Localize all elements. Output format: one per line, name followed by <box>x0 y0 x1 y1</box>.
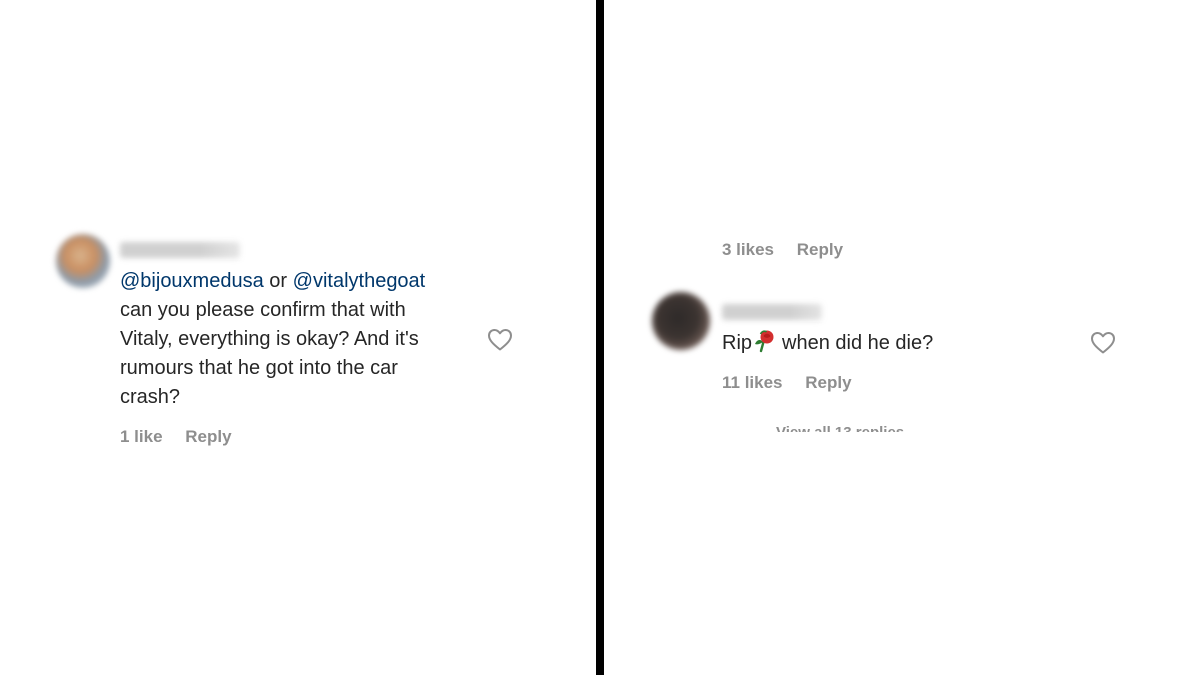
comment-meta: 1 like Reply <box>120 427 250 447</box>
comment-line-mentions: @bijouxmedusa or @vitalythegoat <box>120 267 425 296</box>
view-replies-link[interactable]: View all 13 replies <box>776 422 904 432</box>
comment-text: Rip when did he die? <box>722 329 933 358</box>
reply-button[interactable]: Reply <box>185 427 231 446</box>
reply-button[interactable]: Reply <box>797 240 843 259</box>
comment-meta: 3 likes Reply <box>722 240 861 260</box>
avatar[interactable] <box>652 292 710 350</box>
connector-text: or <box>269 270 288 292</box>
comment-line: crash? <box>120 386 181 408</box>
reply-button[interactable]: Reply <box>805 373 851 392</box>
likes-count[interactable]: 1 like <box>120 427 163 446</box>
comment-text-start: Rip <box>722 332 753 354</box>
comment-line: can you please confirm that with <box>120 299 406 321</box>
comment-line: Vitaly, everything is okay? And it's <box>120 328 419 350</box>
username-fade <box>790 300 860 322</box>
heart-icon[interactable] <box>1090 331 1116 355</box>
comment-line: rumours that he got into the car <box>120 357 398 379</box>
panel-divider <box>596 0 604 675</box>
mention-link[interactable]: @bijouxmedusa <box>120 270 264 292</box>
avatar[interactable] <box>56 234 110 288</box>
likes-count[interactable]: 11 likes <box>722 373 783 392</box>
comment-text-end: when did he die? <box>782 332 934 354</box>
mention-link[interactable]: @vitalythegoat <box>293 270 426 292</box>
heart-icon[interactable] <box>487 328 513 352</box>
screenshot-canvas: @bijouxmedusa or @vitalythegoat can you … <box>0 0 1200 675</box>
username-fade <box>200 238 280 260</box>
likes-count[interactable]: 3 likes <box>722 240 774 259</box>
comment-meta: 11 likes Reply <box>722 373 870 393</box>
comment-text: @bijouxmedusa or @vitalythegoat can you … <box>120 267 425 412</box>
rose-emoji-icon <box>755 330 774 353</box>
